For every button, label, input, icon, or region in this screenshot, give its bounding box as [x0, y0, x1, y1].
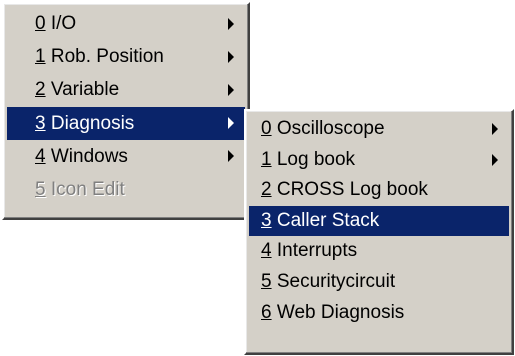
mnemonic-key: 3 [261, 209, 272, 231]
menu-item-label: 4 Windows [35, 140, 128, 173]
menu-item-text: Interrupts [271, 240, 358, 262]
menu-item-text: I/O [45, 13, 77, 34]
menu-item-icon-edit: 5 Icon Edit [7, 173, 245, 206]
mnemonic-key: 2 [35, 79, 46, 101]
submenu-item-cross-log-book[interactable]: 2 CROSS Log book [249, 175, 509, 206]
mnemonic-key: 5 [35, 178, 46, 200]
mnemonic-key: 1 [261, 148, 272, 170]
menu-item-text: Caller Stack [271, 209, 380, 231]
diagnosis-submenu: 0 Oscilloscope 1 Log book 2 CROSS Log bo… [244, 109, 514, 355]
submenu-arrow-icon [492, 153, 498, 166]
submenu-item-web-diagnosis[interactable]: 6 Web Diagnosis [249, 298, 509, 329]
mnemonic-key: 4 [261, 240, 272, 262]
submenu-arrow-icon [228, 50, 234, 63]
menu-item-variable[interactable]: 2 Variable [7, 73, 245, 106]
menu-item-label: 4 Interrupts [261, 236, 357, 266]
submenu-arrow-icon [228, 150, 234, 163]
menu-item-text: Rob. Position [45, 46, 164, 68]
submenu-item-securitycircuit[interactable]: 5 Securitycircuit [249, 267, 509, 298]
menu-item-label: 1 Rob. Position [35, 40, 164, 73]
menu-item-text: Windows [45, 145, 128, 167]
menu-item-text: Securitycircuit [271, 270, 396, 292]
mnemonic-key: 0 [35, 13, 46, 34]
submenu-item-oscilloscope[interactable]: 0 Oscilloscope [249, 114, 509, 145]
menu-item-text: Icon Edit [45, 178, 125, 200]
menu-item-label: 0 I/O [35, 7, 76, 40]
menu-item-text: Web Diagnosis [271, 301, 405, 323]
mnemonic-key: 0 [261, 118, 272, 139]
menu-item-io[interactable]: 0 I/O [7, 7, 245, 40]
menu-item-label: 3 Caller Stack [261, 206, 379, 236]
menu-item-rob-position[interactable]: 1 Rob. Position [7, 40, 245, 73]
mnemonic-key: 3 [35, 112, 46, 134]
menu-item-text: Log book [271, 148, 356, 170]
menu-item-text: Oscilloscope [271, 118, 385, 139]
main-menu: 0 I/O 1 Rob. Position 2 Variable 3 Diagn… [2, 2, 250, 220]
submenu-item-log-book[interactable]: 1 Log book [249, 145, 509, 176]
menu-item-label: 0 Oscilloscope [261, 114, 385, 144]
menu-item-text: Diagnosis [45, 112, 135, 134]
submenu-item-caller-stack[interactable]: 3 Caller Stack [249, 205, 509, 237]
mnemonic-key: 1 [35, 46, 46, 68]
menu-item-label: 6 Web Diagnosis [261, 298, 404, 328]
menu-item-label: 2 Variable [35, 73, 119, 106]
submenu-item-interrupts[interactable]: 4 Interrupts [249, 236, 509, 267]
submenu-arrow-icon [228, 17, 234, 30]
menu-item-text: Variable [45, 79, 120, 101]
menu-item-label: 1 Log book [261, 145, 355, 175]
menu-item-diagnosis[interactable]: 3 Diagnosis [7, 106, 245, 140]
submenu-arrow-icon [228, 83, 234, 96]
mnemonic-key: 5 [261, 270, 272, 292]
mnemonic-key: 6 [261, 301, 272, 323]
submenu-arrow-icon [228, 117, 234, 130]
mnemonic-key: 2 [261, 179, 272, 201]
mnemonic-key: 4 [35, 145, 46, 167]
menu-item-label: 2 CROSS Log book [261, 175, 428, 205]
menu-item-label: 5 Securitycircuit [261, 267, 395, 297]
submenu-arrow-icon [492, 123, 498, 136]
menu-item-text: CROSS Log book [271, 179, 428, 201]
menu-item-windows[interactable]: 4 Windows [7, 140, 245, 173]
menu-item-label: 5 Icon Edit [35, 173, 125, 206]
menu-item-label: 3 Diagnosis [35, 107, 134, 140]
